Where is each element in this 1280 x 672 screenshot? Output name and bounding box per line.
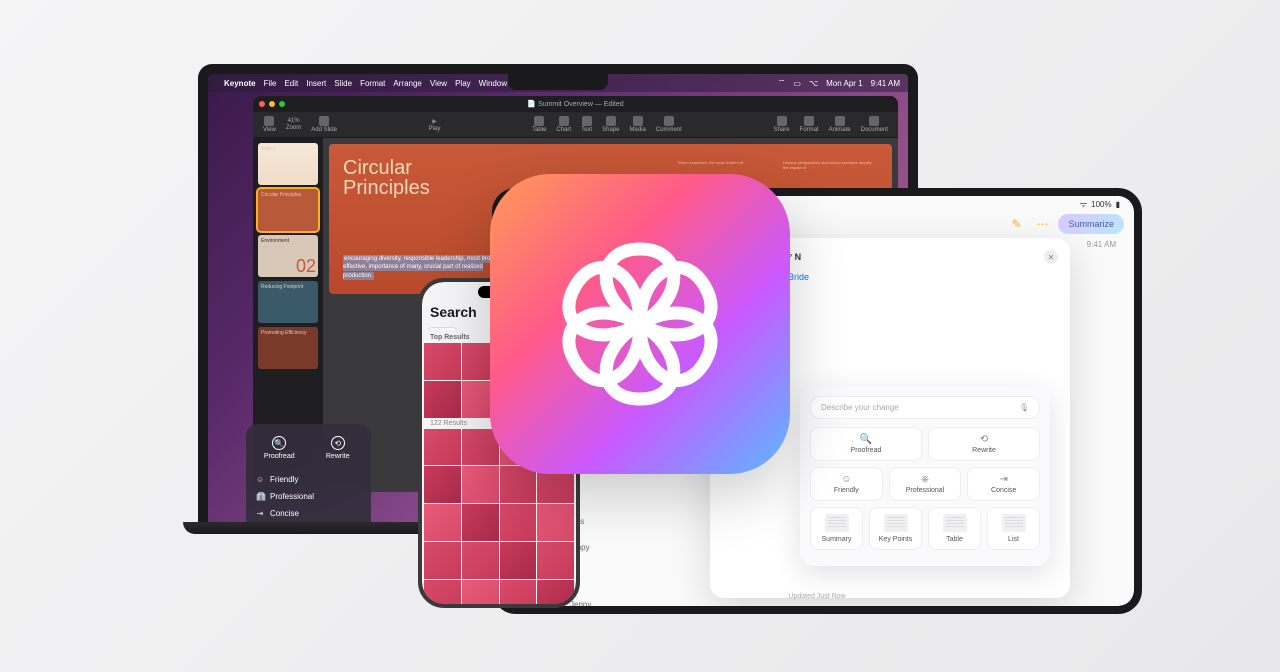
toolbar-share[interactable]: Share [774, 116, 790, 133]
toolbar-media[interactable]: Media [629, 116, 645, 133]
menu-format[interactable]: Format [360, 79, 385, 88]
toolbar-shape[interactable]: Shape [602, 116, 619, 133]
apple-intelligence-icon [490, 174, 790, 474]
maximize-button[interactable] [279, 101, 285, 107]
describe-change-input[interactable]: Describe your change🎙 [810, 396, 1040, 419]
document-title: Summit Overview [538, 101, 593, 108]
menubar-date[interactable]: Mon Apr 1 [826, 79, 862, 88]
menubar-time[interactable]: 9:41 AM [871, 79, 900, 88]
tone-friendly[interactable]: ☺Friendly [810, 467, 883, 501]
tone-professional[interactable]: 👔Professional [254, 489, 363, 504]
toolbar-play[interactable]: ▶Play [429, 118, 441, 132]
menu-play[interactable]: Play [455, 79, 471, 88]
photo-thumb[interactable] [424, 542, 461, 579]
toolbar-comment[interactable]: Comment [656, 116, 682, 133]
slide-thumb-1[interactable]: Topics [258, 143, 318, 185]
writing-tools-popover-mac: 🔍Proofread ⟲Rewrite ☺Friendly 👔Professio… [246, 424, 371, 522]
photo-thumb[interactable] [537, 542, 574, 579]
photo-thumb[interactable] [500, 580, 537, 605]
toolbar-text[interactable]: Text [581, 116, 592, 133]
menu-slide[interactable]: Slide [334, 79, 352, 88]
format-summary[interactable]: Summary [810, 507, 863, 550]
photo-thumb[interactable] [462, 542, 499, 579]
menu-insert[interactable]: Insert [306, 79, 326, 88]
more-icon[interactable]: ⋯ [1032, 214, 1052, 234]
writing-tools-popover-ipad: Describe your change🎙 🔍Proofread ⟲Rewrit… [800, 386, 1050, 566]
tone-concise[interactable]: ⇥Concise [254, 506, 363, 521]
toolbar-add-slide[interactable]: Add Slide [311, 116, 337, 133]
toolbar-zoom[interactable]: 41%Zoom [286, 118, 301, 131]
photo-thumb[interactable] [424, 429, 461, 466]
rewrite-button[interactable]: ⟲Rewrite [313, 432, 364, 464]
notes-fragment: was so trippy to s Jenny, an assistant m… [570, 516, 750, 596]
toolbar-view[interactable]: View [263, 116, 276, 133]
menubar-app-name[interactable]: Keynote [224, 79, 256, 88]
format-table[interactable]: Table [928, 507, 981, 550]
toolbar-chart[interactable]: Chart [556, 116, 571, 133]
tone-professional[interactable]: ⎈Professional [889, 467, 962, 501]
compose-icon[interactable]: ✎ [1006, 214, 1026, 234]
toolbar-format[interactable]: Format [800, 116, 819, 133]
selected-text[interactable]: encouraging diversity, responsible leade… [343, 255, 501, 280]
battery-label: 100% [1091, 200, 1111, 209]
slide-thumb-5[interactable]: Promoting Efficiency [258, 327, 318, 369]
photo-thumb[interactable] [500, 466, 537, 503]
photo-thumb[interactable] [462, 504, 499, 541]
menu-arrange[interactable]: Arrange [393, 79, 421, 88]
wifi-icon[interactable]: ⌔ [778, 78, 786, 88]
photo-thumb[interactable] [462, 466, 499, 503]
photo-thumb[interactable] [424, 504, 461, 541]
toolbar-animate[interactable]: Animate [829, 116, 851, 133]
menu-edit[interactable]: Edit [284, 79, 298, 88]
close-button[interactable] [259, 101, 265, 107]
keynote-toolbar: View 41%Zoom Add Slide ▶Play Table Chart… [253, 112, 898, 138]
close-icon[interactable]: ✕ [1044, 250, 1058, 264]
control-center-icon[interactable]: ⌥ [809, 79, 818, 88]
battery-icon[interactable]: ▭ [793, 79, 801, 88]
photo-thumb[interactable] [424, 381, 461, 418]
menu-window[interactable]: Window [479, 79, 507, 88]
photo-thumb[interactable] [500, 542, 537, 579]
slide-thumb-3[interactable]: Environment02 [258, 235, 318, 277]
photo-thumb[interactable] [462, 580, 499, 605]
updated-label: Updated Just Now [788, 593, 845, 600]
slide-thumb-2[interactable]: Circular Principles [258, 189, 318, 231]
tone-concise[interactable]: ⇥Concise [967, 467, 1040, 501]
battery-icon: ▮ [1116, 200, 1120, 209]
mic-icon[interactable]: 🎙 [1019, 403, 1029, 412]
intelligence-glyph-icon [540, 224, 740, 424]
keynote-titlebar: 📄 Summit Overview — Edited [253, 96, 898, 112]
summarize-button[interactable]: Summarize [1058, 214, 1124, 234]
photo-thumb[interactable] [424, 466, 461, 503]
format-list[interactable]: List [987, 507, 1040, 550]
photo-thumb[interactable] [424, 343, 461, 380]
toolbar-table[interactable]: Table [532, 116, 546, 133]
slide-thumb-4[interactable]: Reducing Footprint [258, 281, 318, 323]
minimize-button[interactable] [269, 101, 275, 107]
format-key-points[interactable]: Key Points [869, 507, 922, 550]
photo-thumb[interactable] [424, 580, 461, 605]
photo-thumb[interactable] [537, 504, 574, 541]
rewrite-button[interactable]: ⟲Rewrite [928, 427, 1040, 461]
toolbar-document[interactable]: Document [861, 116, 888, 133]
proofread-button[interactable]: 🔍Proofread [254, 432, 305, 464]
menu-view[interactable]: View [430, 79, 447, 88]
proofread-button[interactable]: 🔍Proofread [810, 427, 922, 461]
photo-thumb[interactable] [500, 504, 537, 541]
menu-file[interactable]: File [264, 79, 277, 88]
tone-friendly[interactable]: ☺Friendly [254, 472, 363, 487]
photo-thumb[interactable] [537, 580, 574, 605]
macbook-notch [508, 74, 608, 90]
note-time: 9:41 AM [1087, 240, 1116, 249]
document-status: Edited [604, 101, 624, 108]
wifi-icon: ᯤ [1080, 199, 1087, 210]
